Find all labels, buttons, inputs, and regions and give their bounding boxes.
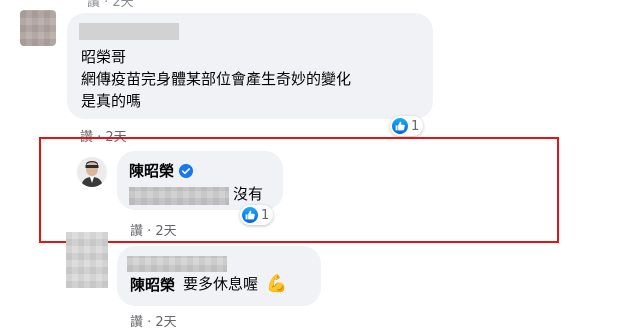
comment-bubble: 昭榮哥 網傳疫苗完身體某部位會產生奇妙的變化 是真的嗎 [67, 13, 433, 119]
like-icon [392, 118, 408, 134]
redacted-text [129, 187, 229, 205]
reply-bubble: 陳昭榮 要多休息喔 💪 [117, 246, 321, 306]
author-name[interactable]: 陳昭榮 [129, 160, 194, 181]
reply-text: 沒有 [233, 185, 264, 203]
comment-text-line2: 網傳疫苗完身體某部位會產生奇妙的變化 [81, 70, 352, 88]
like-icon [242, 207, 258, 223]
author-name-blurred[interactable] [79, 23, 179, 40]
comment-meta-top: 讚 · 2天 [87, 0, 134, 10]
reaction-number: 1 [261, 207, 270, 223]
comment-meta-top-text: 讚 · 2天 [87, 0, 134, 10]
flexed-biceps-emoji: 💪 [266, 274, 288, 294]
reply-bubble: 陳昭榮 沒有 [117, 151, 283, 210]
author-name-text: 陳昭榮 [129, 162, 175, 180]
avatar-blurred[interactable] [20, 10, 56, 46]
reaction-number: 1 [411, 118, 420, 134]
comment-actions-text: 讚 · 2天 [130, 315, 177, 330]
reaction-count[interactable]: 1 [240, 205, 274, 225]
reply-text: 要多休息喔 [183, 275, 259, 293]
author-name-blurred [127, 256, 227, 272]
comment-actions[interactable]: 讚 · 2天 [130, 220, 177, 239]
comment-text-line1: 昭榮哥 [81, 48, 127, 66]
author-name[interactable]: 陳昭榮 [130, 274, 175, 295]
avatar[interactable] [77, 157, 107, 187]
avatar-blurred[interactable] [66, 232, 108, 288]
comment-actions[interactable]: 讚 · 2天 [130, 311, 177, 330]
comment-actions-text: 讚 · 2天 [130, 224, 177, 239]
reply-content: 陳昭榮 要多休息喔 💪 [130, 274, 287, 295]
reaction-count[interactable]: 1 [390, 116, 424, 136]
verified-badge-icon [179, 163, 194, 178]
comment-text-line3: 是真的嗎 [81, 92, 142, 110]
